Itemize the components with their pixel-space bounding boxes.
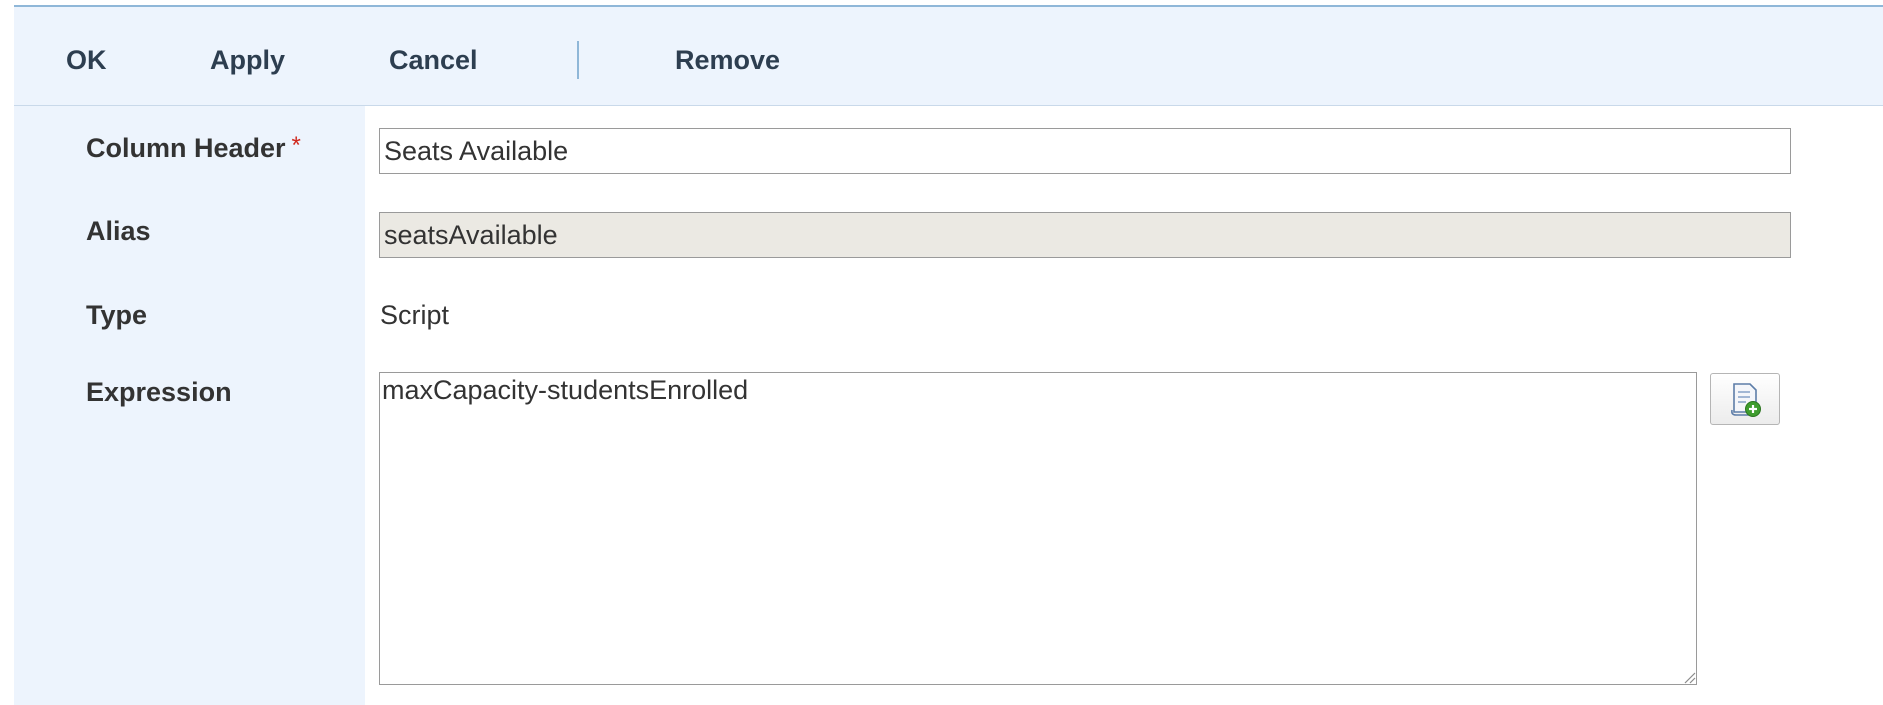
toolbar: OK Apply Cancel Remove — [14, 7, 1883, 106]
column-header-label: Column Header * — [86, 132, 301, 165]
type-value: Script — [380, 300, 450, 330]
alias-input[interactable] — [379, 212, 1791, 258]
column-header-input[interactable] — [379, 128, 1791, 174]
apply-button[interactable]: Apply — [210, 45, 285, 75]
script-add-icon — [1731, 383, 1761, 417]
remove-button[interactable]: Remove — [675, 45, 780, 75]
expression-textarea[interactable]: maxCapacity-studentsEnrolled — [379, 372, 1697, 685]
resize-grip-icon[interactable] — [1682, 670, 1696, 684]
ok-button[interactable]: OK — [66, 45, 107, 75]
type-label: Type — [86, 300, 148, 330]
script-editor-button[interactable] — [1710, 373, 1780, 425]
expression-label: Expression — [86, 377, 232, 407]
cancel-button[interactable]: Cancel — [389, 45, 478, 75]
toolbar-separator — [577, 41, 579, 79]
required-marker: * — [291, 132, 301, 159]
column-header-label-text: Column Header — [86, 133, 286, 163]
alias-label: Alias — [86, 216, 151, 246]
